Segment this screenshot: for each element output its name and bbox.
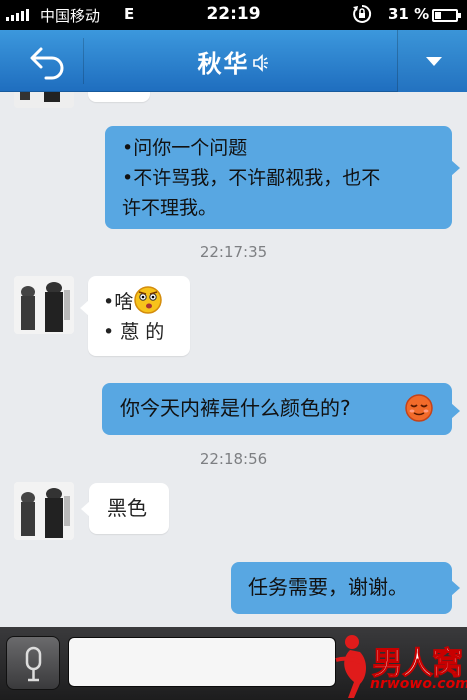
- message-bubble-incoming[interactable]: •啥 • 蒽 的: [80, 276, 190, 356]
- contact-avatar[interactable]: [14, 92, 74, 108]
- menu-dropdown-button[interactable]: [397, 30, 467, 92]
- triangle-down-icon: [426, 57, 442, 66]
- message-bubble-outgoing[interactable]: •问你一个问题 •不许骂我，不许鄙视我，也不 许不理我。: [105, 126, 460, 229]
- message-bubble-outgoing[interactable]: 任务需要，谢谢。: [231, 562, 460, 614]
- speaker-mute-icon: [252, 54, 268, 72]
- message-bubble-outgoing[interactable]: 你今天内裤是什么颜色的?: [102, 383, 460, 435]
- contact-name-text: 秋华: [197, 50, 250, 78]
- message-line: •啥: [103, 285, 190, 317]
- watermark-url: nrwowo.com: [370, 676, 467, 692]
- message-line: • 蒽 的: [103, 321, 165, 343]
- message-text: 你今天内裤是什么颜色的?: [120, 396, 351, 420]
- message-text: 黑色: [107, 496, 147, 520]
- message-line: •问你一个问题: [122, 137, 248, 159]
- message-line: •不许骂我，不许鄙视我，也不: [122, 167, 381, 189]
- message-line: 许不理我。: [122, 197, 218, 219]
- contact-avatar[interactable]: [14, 276, 74, 334]
- status-bar: 中国移动 E 22:19 31 %: [0, 0, 467, 30]
- confused-face-icon: [134, 286, 162, 314]
- chat-area[interactable]: •问你一个问题 •不许骂我，不许鄙视我，也不 许不理我。 22:17:35 •啥…: [0, 92, 467, 627]
- battery-percent: 31 %: [388, 5, 430, 23]
- sleepy-face-icon: [405, 394, 433, 422]
- message-line-text: •啥: [103, 291, 134, 313]
- message-text: 任务需要，谢谢。: [248, 575, 408, 599]
- chat-header: 秋华: [0, 30, 467, 92]
- message-bubble-incoming-partial[interactable]: [88, 92, 150, 102]
- message-input[interactable]: [68, 637, 336, 687]
- message-bubble-incoming[interactable]: 黑色: [81, 483, 169, 534]
- message-timestamp: 22:17:35: [199, 243, 268, 261]
- rotation-lock-icon: [353, 4, 372, 23]
- contact-avatar[interactable]: [14, 482, 74, 540]
- voice-input-button[interactable]: [6, 636, 60, 690]
- battery-icon: [432, 9, 461, 22]
- message-timestamp: 22:18:56: [199, 450, 268, 468]
- microphone-icon: [25, 646, 42, 682]
